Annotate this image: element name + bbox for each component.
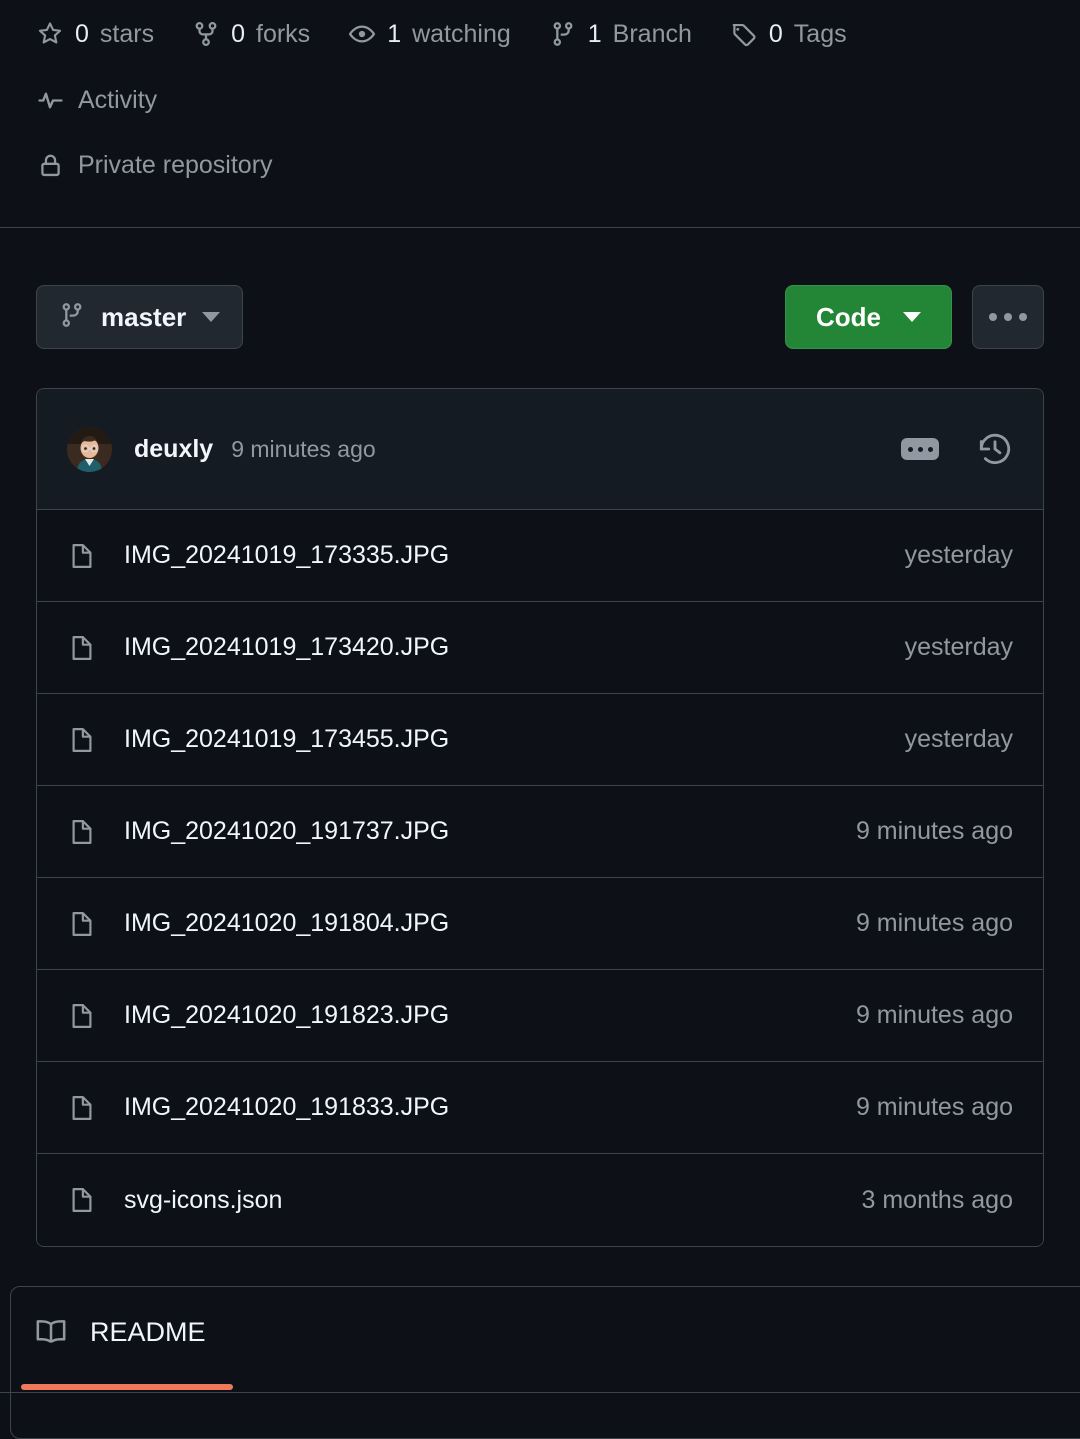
file-age: 9 minutes ago [855,1093,1013,1121]
activity-label: Activity [78,86,158,114]
table-row[interactable]: IMG_20241020_191737.JPG 9 minutes ago [37,786,1043,878]
table-row[interactable]: IMG_20241020_191804.JPG 9 minutes ago [37,878,1043,970]
file-icon [67,818,97,846]
pulse-icon [36,87,64,115]
stat-forks[interactable]: 0 forks [192,20,310,49]
chevron-down-icon [202,312,221,322]
repo-toolbar: master Code [0,283,1080,351]
file-name-link[interactable]: IMG_20241019_173420.JPG [124,633,449,662]
book-icon [34,1315,68,1349]
file-list-container: deuxly 9 minutes ago IMG_20241019_173335… [36,388,1044,1247]
file-age: yesterday [904,725,1013,753]
tab-readme[interactable]: README [22,1309,218,1355]
file-icon [67,542,97,570]
table-row[interactable]: IMG_20241020_191833.JPG 9 minutes ago [37,1062,1043,1154]
readme-container: README [10,1286,1080,1439]
repo-stats-row: 0 stars 0 forks 1 watching 1 Branch 0 Ta… [36,0,1044,68]
activity-link[interactable]: Activity [36,68,1044,133]
branch-selector-button[interactable]: master [36,285,244,349]
file-name-link[interactable]: IMG_20241020_191737.JPG [124,817,449,846]
more-options-button[interactable] [972,285,1044,349]
table-row[interactable]: IMG_20241020_191823.JPG 9 minutes ago [37,970,1043,1062]
stat-branches-label: Branch [612,19,692,48]
commit-time: 9 minutes ago [231,435,376,462]
chevron-down-icon [903,312,921,322]
stat-tags-label: Tags [793,19,847,48]
code-button[interactable]: Code [785,285,952,349]
tab-readme-label: README [90,1316,206,1347]
readme-bottom-divider [0,1392,1080,1393]
file-age: 9 minutes ago [855,817,1013,845]
tag-icon [730,20,758,48]
repository-page: 0 stars 0 forks 1 watching 1 Branch 0 Ta… [0,0,1080,1439]
commit-author-link[interactable]: deuxly [134,435,213,464]
stat-tags[interactable]: 0 Tags [730,20,847,49]
ellipsis-icon[interactable] [901,438,939,460]
stat-watching-count: 1 [387,19,402,48]
table-row[interactable]: svg-icons.json 3 months ago [37,1154,1043,1246]
stat-branches-count: 1 [587,19,602,48]
branch-icon [59,302,85,333]
repo-meta-area: 0 stars 0 forks 1 watching 1 Branch 0 Ta… [0,0,1080,227]
readme-active-indicator [21,1384,233,1390]
stat-stars-label: stars [99,19,155,48]
file-icon [67,726,97,754]
stat-branches[interactable]: 1 Branch [549,20,692,49]
branch-icon [549,20,577,48]
file-icon [67,634,97,662]
file-age: yesterday [904,541,1013,569]
file-age: yesterday [904,633,1013,661]
table-row[interactable]: IMG_20241019_173455.JPG yesterday [37,694,1043,786]
file-name-link[interactable]: IMG_20241020_191833.JPG [124,1093,449,1122]
file-age: 3 months ago [861,1185,1014,1214]
stat-forks-label: forks [256,19,311,48]
kebab-horizontal-icon [989,313,1027,321]
file-name-link[interactable]: IMG_20241020_191823.JPG [124,1001,449,1030]
section-divider [0,227,1080,228]
file-name-link[interactable]: svg-icons.json [124,1186,282,1215]
lock-icon [36,152,64,180]
file-icon [67,1094,97,1122]
visibility-label: Private repository [78,151,273,179]
branch-name-label: master [101,301,187,332]
stat-forks-count: 0 [231,19,245,48]
file-name-link[interactable]: IMG_20241019_173335.JPG [124,541,449,570]
star-icon [36,20,64,48]
fork-icon [192,20,220,48]
history-icon[interactable] [977,431,1013,467]
commit-header-actions [901,431,1013,467]
stat-watching-label: watching [412,19,511,48]
file-icon [67,910,97,938]
visibility-indicator: Private repository [36,133,1044,198]
avatar[interactable] [67,426,112,472]
file-icon [67,1186,97,1214]
toolbar-actions: Code [785,285,1044,349]
stat-tags-count: 0 [768,19,783,48]
table-row[interactable]: IMG_20241019_173335.JPG yesterday [37,510,1043,602]
stat-watching[interactable]: 1 watching [348,20,511,49]
file-name-link[interactable]: IMG_20241019_173455.JPG [124,725,449,754]
eye-icon [348,20,376,48]
latest-commit-header: deuxly 9 minutes ago [37,389,1043,510]
file-icon [67,1002,97,1030]
file-age: 9 minutes ago [855,909,1013,937]
code-button-label: Code [816,301,881,332]
stat-stars-count: 0 [75,19,89,48]
file-rows: IMG_20241019_173335.JPG yesterday IMG_20… [37,510,1043,1246]
file-age: 9 minutes ago [855,1001,1013,1029]
file-name-link[interactable]: IMG_20241020_191804.JPG [124,909,449,938]
stat-stars[interactable]: 0 stars [36,20,154,49]
table-row[interactable]: IMG_20241019_173420.JPG yesterday [37,602,1043,694]
